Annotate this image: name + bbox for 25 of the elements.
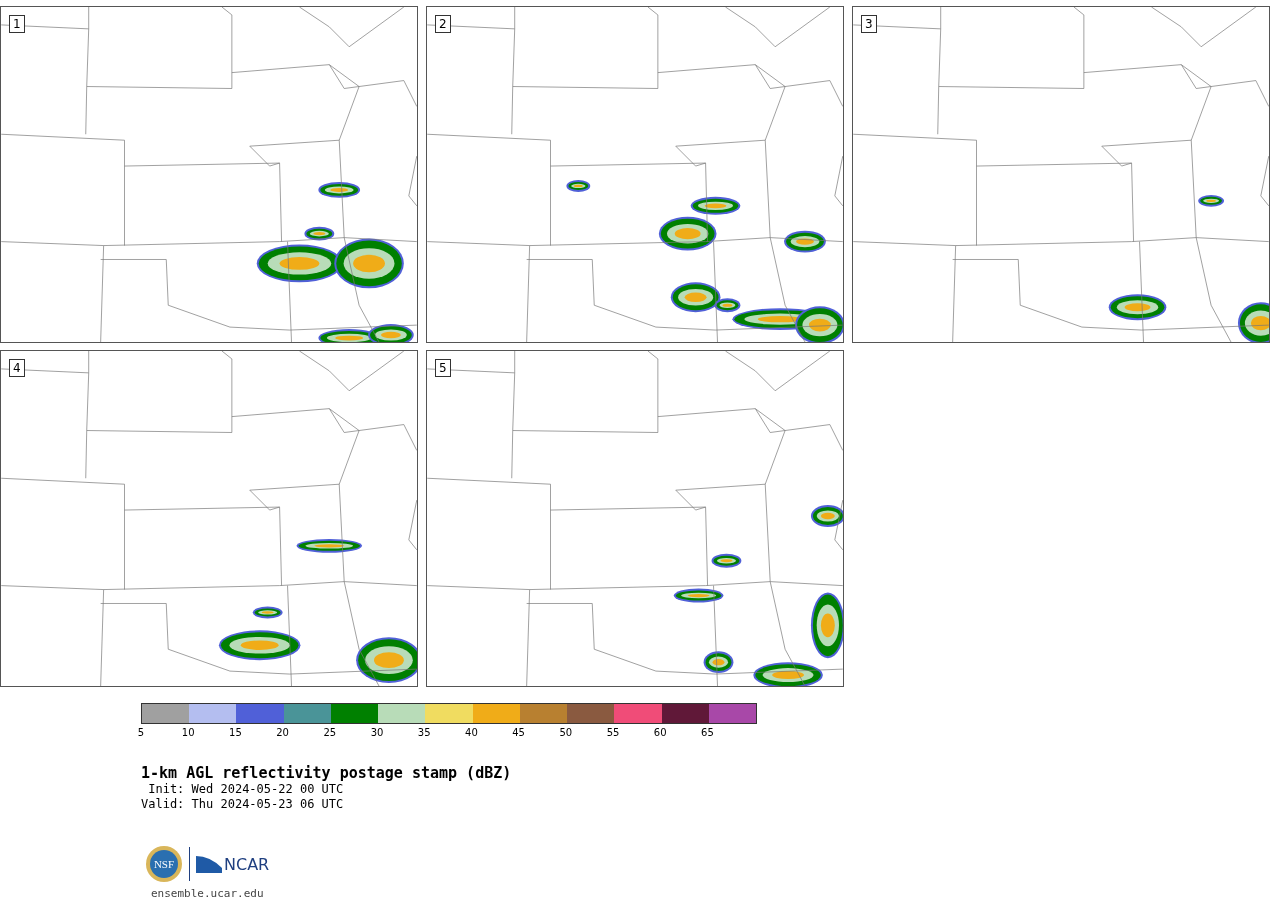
chart-title: 1-km AGL reflectivity postage stamp (dBZ): [141, 764, 513, 782]
panel-number: 2: [435, 15, 451, 33]
panel-number: 5: [435, 359, 451, 377]
tick-label: 40: [465, 727, 478, 738]
tick-label: 20: [276, 727, 289, 738]
valid-time: Valid: Thu 2024-05-23 06 UTC: [141, 797, 345, 812]
site-url: ensemble.ucar.edu: [151, 887, 265, 900]
ncar-logo-text: NCAR: [224, 854, 270, 874]
tick-label: 55: [606, 727, 620, 738]
tick-label: 15: [229, 727, 242, 738]
tick-label: 35: [417, 727, 431, 738]
tick-label: 30: [370, 727, 384, 738]
tick-label: 65: [701, 727, 714, 738]
tick-label: 5: [137, 727, 145, 738]
init-time: Init: Wed 2024-05-22 00 UTC: [147, 782, 345, 797]
panel-number: 1: [9, 15, 25, 33]
panel-number: 4: [9, 359, 25, 377]
nsf-logo: NSF: [145, 845, 183, 883]
panel-number: 3: [861, 15, 877, 33]
tick-label: 50: [559, 727, 573, 738]
tick-label: 10: [181, 727, 195, 738]
tick-label: 25: [323, 727, 337, 738]
ncar-mark-icon: [196, 854, 222, 874]
tick-label: 60: [653, 727, 667, 738]
tick-label: 45: [512, 727, 525, 738]
